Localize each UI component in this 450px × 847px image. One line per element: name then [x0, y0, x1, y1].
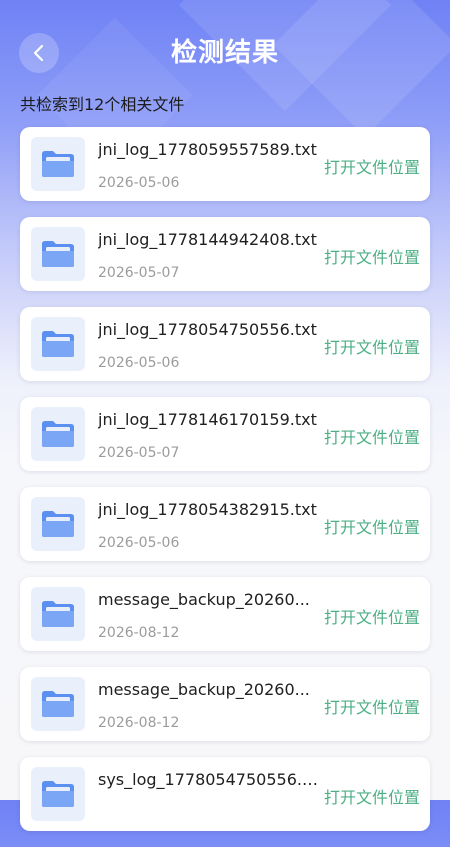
file-card[interactable]: jni_log_1778144942408.txt 2026-05-07 打开文…: [20, 217, 430, 291]
folder-icon: [42, 151, 74, 177]
file-card[interactable]: message_backup_20260... 2026-08-12 打开文件位…: [20, 577, 430, 651]
folder-icon: [42, 331, 74, 357]
folder-icon: [42, 241, 74, 267]
result-summary: 共检索到12个相关文件: [20, 95, 185, 114]
file-card[interactable]: jni_log_1778059557589.txt 2026-05-06 打开文…: [20, 127, 430, 201]
file-name: sys_log_1778054750556.txt: [98, 770, 318, 789]
folder-icon-box: [31, 227, 85, 281]
open-file-location-button[interactable]: 打开文件位置: [324, 604, 420, 628]
file-date: 2026-05-06: [98, 175, 180, 191]
folder-icon-box: [31, 587, 85, 641]
file-card[interactable]: jni_log_1778054382915.txt 2026-05-06 打开文…: [20, 487, 430, 561]
folder-icon-box: [31, 317, 85, 371]
file-date: 2026-08-12: [98, 715, 180, 731]
open-file-location-button[interactable]: 打开文件位置: [324, 424, 420, 448]
folder-icon-box: [31, 137, 85, 191]
folder-icon-box: [31, 767, 85, 821]
open-file-location-button[interactable]: 打开文件位置: [324, 784, 420, 808]
file-name: jni_log_1778054750556.txt: [98, 320, 317, 339]
file-name: jni_log_1778059557589.txt: [98, 140, 317, 159]
open-file-location-button[interactable]: 打开文件位置: [324, 334, 420, 358]
app-header: 检测结果: [0, 0, 450, 95]
folder-icon: [42, 691, 74, 717]
file-name: message_backup_20260...: [98, 680, 310, 699]
folder-icon: [42, 511, 74, 537]
file-date: 2026-05-07: [98, 445, 180, 461]
file-date: 2026-05-06: [98, 355, 180, 371]
folder-icon-box: [31, 677, 85, 731]
file-date: 2026-08-12: [98, 625, 180, 641]
open-file-location-button[interactable]: 打开文件位置: [324, 244, 420, 268]
folder-icon-box: [31, 407, 85, 461]
folder-icon: [42, 421, 74, 447]
file-date: 2026-05-06: [98, 535, 180, 551]
file-card[interactable]: jni_log_1778146170159.txt 2026-05-07 打开文…: [20, 397, 430, 471]
file-name: jni_log_1778054382915.txt: [98, 500, 317, 519]
file-card[interactable]: sys_log_1778054750556.txt 打开文件位置: [20, 757, 430, 831]
folder-icon: [42, 781, 74, 807]
file-card[interactable]: jni_log_1778054750556.txt 2026-05-06 打开文…: [20, 307, 430, 381]
file-name: jni_log_1778146170159.txt: [98, 410, 317, 429]
open-file-location-button[interactable]: 打开文件位置: [324, 154, 420, 178]
file-name: message_backup_20260...: [98, 590, 310, 609]
page-title: 检测结果: [170, 38, 279, 68]
folder-icon-box: [31, 497, 85, 551]
file-card[interactable]: message_backup_20260... 2026-08-12 打开文件位…: [20, 667, 430, 741]
file-name: jni_log_1778144942408.txt: [98, 230, 317, 249]
open-file-location-button[interactable]: 打开文件位置: [324, 694, 420, 718]
file-list: jni_log_1778059557589.txt 2026-05-06 打开文…: [20, 127, 430, 847]
file-date: 2026-05-07: [98, 265, 180, 281]
folder-icon: [42, 601, 74, 627]
open-file-location-button[interactable]: 打开文件位置: [324, 514, 420, 538]
